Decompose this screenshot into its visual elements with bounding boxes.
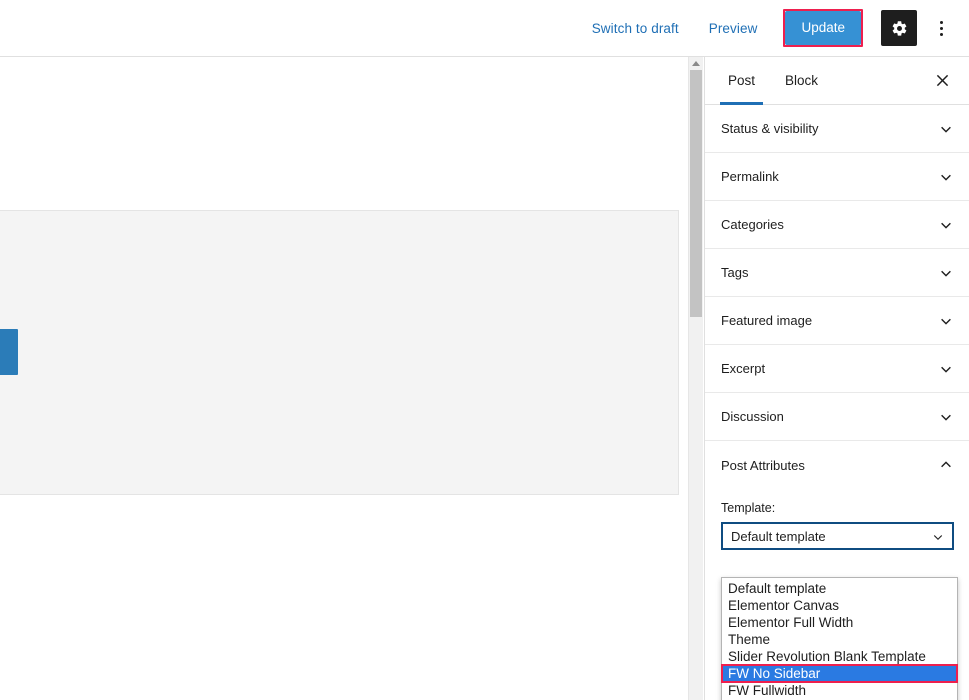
panel-discussion[interactable]: Discussion	[705, 393, 969, 441]
content-block-placeholder[interactable]	[0, 210, 679, 495]
chevron-down-icon	[939, 362, 953, 376]
chevron-down-icon	[939, 170, 953, 184]
panel-label: Discussion	[721, 409, 784, 424]
panel-permalink[interactable]: Permalink	[705, 153, 969, 201]
tab-post[interactable]: Post	[720, 57, 764, 105]
block-drag-handle[interactable]	[0, 329, 18, 375]
editor-top-toolbar: Switch to draft Preview Update	[0, 0, 969, 57]
template-select-value: Default template	[731, 528, 826, 544]
panel-label: Post Attributes	[721, 457, 805, 473]
preview-button[interactable]: Preview	[701, 15, 766, 42]
panel-label: Categories	[721, 217, 784, 232]
editor-canvas[interactable]	[0, 57, 688, 700]
dropdown-option[interactable]: Theme	[722, 631, 957, 648]
template-field-label: Template:	[721, 501, 776, 515]
panel-status-and-visibility[interactable]: Status & visibility	[705, 105, 969, 153]
panel-featured-image[interactable]: Featured image	[705, 297, 969, 345]
chevron-down-icon	[939, 314, 953, 328]
update-button-highlight: Update	[783, 9, 863, 47]
panel-label: Featured image	[721, 313, 813, 328]
wordpress-block-editor: Switch to draft Preview Update Post Bloc…	[0, 0, 969, 700]
gear-icon	[891, 20, 908, 37]
chevron-down-icon	[939, 410, 953, 424]
panel-label: Tags	[721, 265, 749, 280]
panel-tags[interactable]: Tags	[705, 249, 969, 297]
chevron-up-icon	[939, 458, 953, 472]
tab-block[interactable]: Block	[777, 57, 826, 104]
more-options-button[interactable]	[927, 10, 955, 46]
chevron-down-icon	[939, 266, 953, 280]
scrollbar-thumb[interactable]	[690, 70, 702, 317]
panel-categories[interactable]: Categories	[705, 201, 969, 249]
scroll-up-arrow-icon[interactable]	[689, 57, 703, 70]
settings-button[interactable]	[881, 10, 917, 46]
post-settings-sidebar: Post Block Status & visibility Permalink	[704, 57, 969, 700]
template-select[interactable]: Default template	[721, 522, 954, 550]
panel-post-attributes[interactable]: Post Attributes	[705, 441, 969, 489]
chevron-down-icon	[932, 530, 944, 542]
close-icon	[936, 74, 949, 90]
kebab-menu-icon-dot	[939, 32, 943, 36]
kebab-menu-icon	[939, 20, 943, 24]
chevron-down-icon	[939, 122, 953, 136]
panel-label: Excerpt	[721, 361, 766, 376]
kebab-menu-icon-dot	[939, 26, 943, 30]
update-button[interactable]: Update	[785, 11, 861, 45]
chevron-down-icon	[939, 218, 953, 232]
template-dropdown-list[interactable]: Default template Elementor Canvas Elemen…	[721, 577, 958, 700]
dropdown-option[interactable]: FW Fullwidth	[722, 682, 957, 699]
dropdown-option[interactable]: Elementor Canvas	[722, 597, 957, 614]
dropdown-option-highlighted[interactable]: FW No Sidebar	[721, 664, 958, 683]
editor-scrollbar[interactable]	[688, 57, 703, 700]
switch-to-draft-button[interactable]: Switch to draft	[584, 15, 687, 42]
panel-label: Permalink	[721, 169, 779, 184]
dropdown-option[interactable]: Elementor Full Width	[722, 614, 957, 631]
dropdown-option[interactable]: Default template	[722, 580, 957, 597]
post-attributes-body: Template: Default template Default templ…	[705, 489, 969, 700]
close-sidebar-button[interactable]	[929, 69, 955, 95]
sidebar-tab-bar: Post Block	[705, 57, 969, 105]
panel-label: Status & visibility	[721, 121, 819, 136]
panel-excerpt[interactable]: Excerpt	[705, 345, 969, 393]
dropdown-option[interactable]: Slider Revolution Blank Template	[722, 648, 957, 665]
